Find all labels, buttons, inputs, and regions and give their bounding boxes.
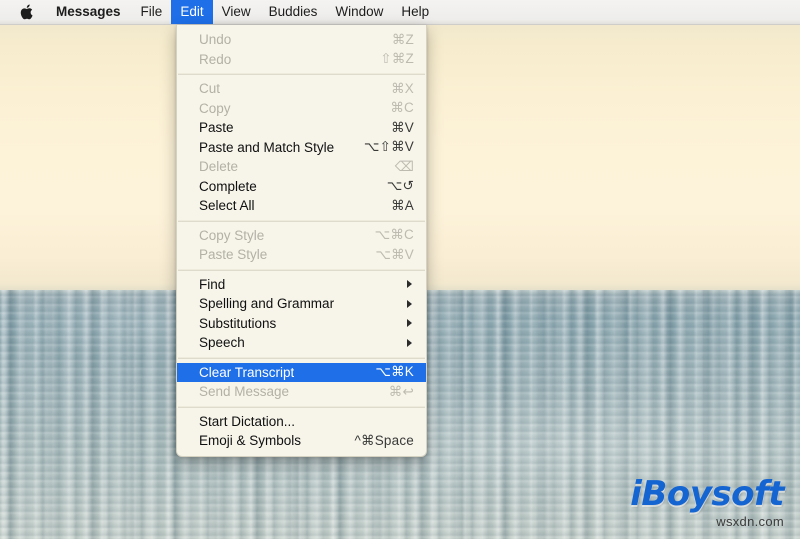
menu-item-start-dictation[interactable]: Start Dictation... — [177, 412, 426, 432]
menu-item-label: Spelling and Grammar — [199, 296, 335, 312]
menu-item-paste[interactable]: Paste ⌘V — [177, 118, 426, 138]
menu-item-label: Delete — [199, 159, 239, 175]
menu-item-label: Find — [199, 276, 226, 292]
menu-item-shortcut: ⌘Z — [391, 31, 414, 47]
menu-item-label: Copy Style — [199, 227, 265, 243]
menu-item-substitutions[interactable]: Substitutions — [177, 314, 426, 334]
menubar-item-edit[interactable]: Edit — [171, 0, 213, 24]
menu-item-emoji-symbols[interactable]: Emoji & Symbols ^⌘Space — [177, 431, 426, 451]
menubar-item-label: Messages — [56, 4, 121, 20]
menubar-item-label: Buddies — [268, 4, 318, 20]
menu-item-label: Paste — [199, 120, 234, 136]
menubar-item-view[interactable]: View — [213, 0, 260, 24]
menu-item-label: Complete — [199, 178, 257, 194]
menu-separator — [178, 405, 425, 408]
menu-item-shortcut: ^⌘Space — [354, 432, 414, 448]
menu-item-redo: Redo ⇧⌘Z — [177, 50, 426, 70]
menubar-item-label: View — [221, 4, 251, 20]
edit-dropdown-menu: Undo ⌘Z Redo ⇧⌘Z Cut ⌘X Copy ⌘C Paste ⌘V Paste and… — [176, 25, 427, 457]
menu-item-label: Paste Style — [199, 247, 268, 263]
menu-item-label: Clear Transcript — [199, 364, 295, 380]
menu-item-complete[interactable]: Complete ⌥↺ — [177, 177, 426, 197]
menu-separator — [178, 73, 425, 75]
menubar-item-help[interactable]: Help — [392, 0, 438, 24]
menu-item-speech[interactable]: Speech — [177, 333, 426, 353]
menu-item-shortcut: ⌫ — [394, 158, 414, 174]
menu-item-shortcut: ⌘↩ — [388, 383, 414, 399]
chevron-right-icon — [407, 299, 412, 308]
menu-item-label: Emoji & Symbols — [199, 433, 302, 449]
menu-item-select-all[interactable]: Select All ⌘A — [177, 196, 426, 216]
macos-menu-bar: Messages File Edit View Buddies Window H… — [0, 0, 800, 25]
menu-item-label: Send Message — [199, 384, 290, 400]
menu-item-copy-style: Copy Style ⌥⌘C — [177, 226, 426, 246]
menu-item-spelling-and-grammar[interactable]: Spelling and Grammar — [177, 294, 426, 314]
menu-separator — [178, 219, 425, 222]
menubar-item-label: File — [140, 4, 163, 20]
chevron-right-icon — [407, 280, 412, 289]
menu-item-find[interactable]: Find — [177, 275, 426, 295]
menu-item-clear-transcript[interactable]: Clear Transcript ⌥⌘K — [177, 362, 426, 382]
menu-item-label: Paste and Match Style — [199, 139, 335, 155]
menubar-item-file[interactable]: File — [132, 0, 172, 24]
menu-item-undo: Undo ⌘Z — [177, 30, 426, 50]
menu-item-shortcut: ⌥⇧⌘V — [363, 139, 414, 155]
menu-separator — [178, 268, 425, 271]
menubar-item-messages[interactable]: Messages — [45, 0, 132, 24]
menu-item-label: Speech — [199, 335, 245, 351]
menu-item-copy: Copy ⌘C — [177, 99, 426, 119]
menu-separator — [178, 356, 425, 359]
watermark-subtext: wsxdn.com — [716, 514, 784, 529]
watermark: iBoysoft wsxdn.com — [630, 477, 784, 529]
menubar-item-window[interactable]: Window — [326, 0, 392, 24]
menu-item-label: Undo — [199, 32, 232, 48]
apple-logo-icon[interactable] — [0, 0, 45, 24]
menu-item-shortcut: ⌥↺ — [386, 178, 414, 194]
chevron-right-icon — [407, 319, 412, 328]
menubar-item-label: Help — [401, 4, 430, 20]
menubar-item-label: Window — [335, 4, 384, 20]
menu-item-shortcut: ⇧⌘Z — [380, 51, 414, 67]
menu-item-label: Select All — [199, 198, 255, 214]
menubar-item-label: Edit — [180, 4, 204, 20]
menu-item-shortcut: ⌘V — [391, 119, 414, 135]
menu-item-paste-style: Paste Style ⌥⌘V — [177, 245, 426, 265]
menu-item-shortcut: ⌘C — [390, 100, 414, 116]
menu-item-paste-and-match-style[interactable]: Paste and Match Style ⌥⇧⌘V — [177, 138, 426, 158]
chevron-right-icon — [407, 338, 412, 347]
menu-item-label: Start Dictation... — [199, 413, 296, 429]
menubar-item-buddies[interactable]: Buddies — [260, 0, 327, 24]
menu-item-shortcut: ⌥⌘V — [375, 246, 414, 262]
menu-item-label: Copy — [199, 100, 231, 116]
menu-item-label: Cut — [199, 81, 221, 97]
menu-item-label: Redo — [199, 51, 232, 67]
menu-item-label: Substitutions — [199, 315, 277, 331]
menu-item-send-message: Send Message ⌘↩ — [177, 382, 426, 402]
menu-item-cut: Cut ⌘X — [177, 79, 426, 99]
menu-item-shortcut: ⌘A — [391, 197, 414, 213]
iboysoft-logo: iBoysoft — [630, 474, 784, 514]
menu-item-shortcut: ⌥⌘K — [375, 364, 414, 380]
menu-item-shortcut: ⌘X — [391, 80, 414, 96]
menu-item-shortcut: ⌥⌘C — [374, 227, 414, 243]
menu-item-delete: Delete ⌫ — [177, 157, 426, 177]
